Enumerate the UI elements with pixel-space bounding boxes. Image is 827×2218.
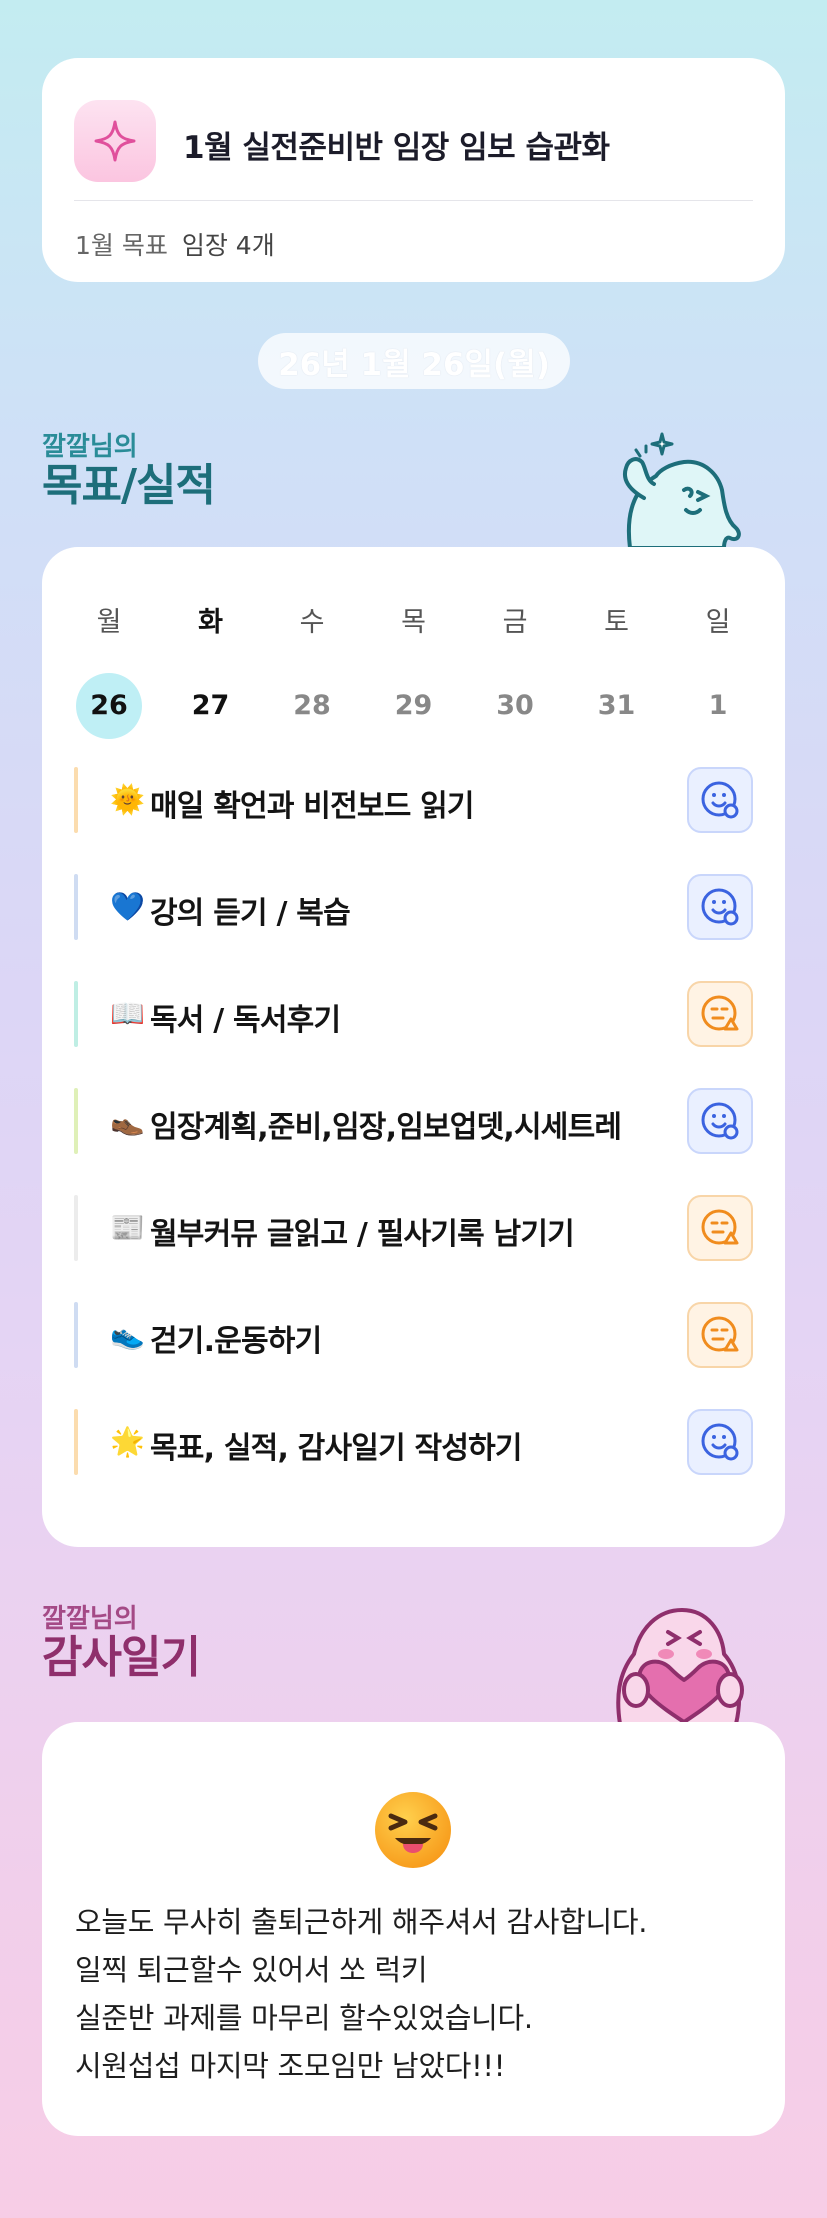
day-column[interactable]: 목 29: [381, 603, 447, 739]
status-good-face-icon[interactable]: [687, 767, 753, 833]
task-label: 목표, 실적, 감사일기 작성하기: [150, 1431, 523, 1466]
task-emoji-icon: 💙: [110, 890, 145, 923]
task-emoji-icon: 📖: [110, 997, 145, 1030]
task-label: 매일 확언과 비전보드 읽기: [150, 789, 475, 824]
date-number[interactable]: 29: [381, 673, 447, 739]
divider: [74, 200, 753, 201]
diary-line: 일찍 퇴근할수 있어서 쏘 럭키: [75, 1953, 428, 1987]
diary-line: 실준반 과제를 마무리 할수있었습니다.: [75, 2001, 533, 2035]
task-label: 걷기.운동하기: [150, 1324, 322, 1359]
task-row[interactable]: 📰 월부커뮤 글읽고 / 필사기록 남기기: [74, 1195, 753, 1261]
diary-line: 오늘도 무사히 출퇴근하게 해주셔서 감사합니다.: [75, 1905, 648, 1939]
gratitude-diary-card: 오늘도 무사히 출퇴근하게 해주셔서 감사합니다. 일찍 퇴근할수 있어서 쏘 …: [42, 1722, 785, 2136]
week-calendar: 월 26 화 27 수 28 목 29 금 30 토 31 일 1: [76, 603, 751, 739]
task-row[interactable]: 🌟 목표, 실적, 감사일기 작성하기: [74, 1409, 753, 1475]
task-color-bar: [74, 981, 78, 1047]
task-color-bar: [74, 1088, 78, 1154]
day-column[interactable]: 토 31: [584, 603, 650, 739]
section-owner: 깔깔님의: [42, 1604, 138, 1634]
date-number[interactable]: 27: [178, 673, 244, 739]
day-column[interactable]: 월 26: [76, 603, 142, 739]
goal-meta: 1월 목표 임장 4개: [75, 226, 275, 262]
task-emoji-icon: 👟: [110, 1318, 145, 1351]
weekday-label: 토: [604, 607, 629, 638]
goal-title: 1월 실전준비반 임장 임보 습관화: [183, 130, 610, 166]
date-number[interactable]: 1: [685, 673, 751, 739]
weekday-label: 일: [705, 607, 731, 638]
mint-mascot-icon: [623, 432, 741, 548]
section-title: 목표/실적: [42, 460, 216, 511]
task-label: 임장계획,준비,임장,임보업뎃,시세트레: [150, 1110, 622, 1145]
status-warning-face-icon[interactable]: [687, 1302, 753, 1368]
weekday-label: 금: [502, 607, 528, 638]
goals-section-heading: 깔깔님의 목표/실적: [42, 432, 216, 511]
squinting-face-with-tongue-icon: [375, 1792, 451, 1868]
day-column[interactable]: 금 30: [482, 603, 548, 739]
weekday-label: 목: [401, 607, 426, 638]
task-row[interactable]: 🌞 매일 확언과 비전보드 읽기: [74, 767, 753, 833]
task-row[interactable]: 💙 강의 듣기 / 복습: [74, 874, 753, 940]
monthly-goal-card: 1월 실전준비반 임장 임보 습관화 1월 목표 임장 4개: [42, 58, 785, 282]
day-column[interactable]: 화 27: [178, 603, 244, 739]
task-row[interactable]: 👞 임장계획,준비,임장,임보업뎃,시세트레: [74, 1088, 753, 1154]
task-color-bar: [74, 1409, 78, 1475]
task-emoji-icon: 📰: [110, 1211, 145, 1244]
diary-line: 시원섭섭 마지막 조모임만 남았다!!!: [75, 2049, 506, 2083]
diary-text: 오늘도 무사히 출퇴근하게 해주셔서 감사합니다. 일찍 퇴근할수 있어서 쏘 …: [75, 1898, 648, 2090]
status-good-face-icon[interactable]: [687, 1088, 753, 1154]
task-emoji-icon: 👞: [110, 1104, 145, 1137]
weekday-label: 수: [299, 607, 325, 638]
task-color-bar: [74, 1302, 78, 1368]
date-number[interactable]: 28: [279, 673, 345, 739]
thanks-section-heading: 깔깔님의 감사일기: [42, 1604, 201, 1683]
task-emoji-icon: 🌞: [110, 783, 145, 816]
task-color-bar: [74, 1195, 78, 1261]
goals-results-card: 월 26 화 27 수 28 목 29 금 30 토 31 일 1 🌞 매일 확언…: [42, 547, 785, 1547]
weekday-label: 월: [96, 607, 122, 638]
status-good-face-icon[interactable]: [687, 1409, 753, 1475]
date-number[interactable]: 31: [584, 673, 650, 739]
task-label: 독서 / 독서후기: [150, 1003, 341, 1038]
date-number-selected[interactable]: 26: [76, 673, 142, 739]
day-column[interactable]: 일 1: [685, 603, 751, 739]
task-color-bar: [74, 767, 78, 833]
status-good-face-icon[interactable]: [687, 874, 753, 940]
goal-meta-label: 1월 목표: [75, 231, 168, 260]
date-pill[interactable]: 26년 1월 26일(월): [258, 333, 570, 389]
task-label: 월부커뮤 글읽고 / 필사기록 남기기: [150, 1217, 575, 1252]
date-number[interactable]: 30: [482, 673, 548, 739]
goal-meta-value: 임장 4개: [181, 231, 275, 260]
status-warning-face-icon[interactable]: [687, 1195, 753, 1261]
task-row[interactable]: 📖 독서 / 독서후기: [74, 981, 753, 1047]
task-row[interactable]: 👟 걷기.운동하기: [74, 1302, 753, 1368]
sparkle-icon: [74, 100, 156, 182]
status-warning-face-icon[interactable]: [687, 981, 753, 1047]
pink-mascot-heart-icon: [616, 1608, 744, 1724]
task-emoji-icon: 🌟: [110, 1425, 145, 1458]
weekday-label: 화: [198, 607, 223, 638]
day-column[interactable]: 수 28: [279, 603, 345, 739]
task-color-bar: [74, 874, 78, 940]
section-owner: 깔깔님의: [42, 432, 138, 462]
section-title: 감사일기: [42, 1632, 201, 1683]
task-label: 강의 듣기 / 복습: [150, 896, 351, 931]
